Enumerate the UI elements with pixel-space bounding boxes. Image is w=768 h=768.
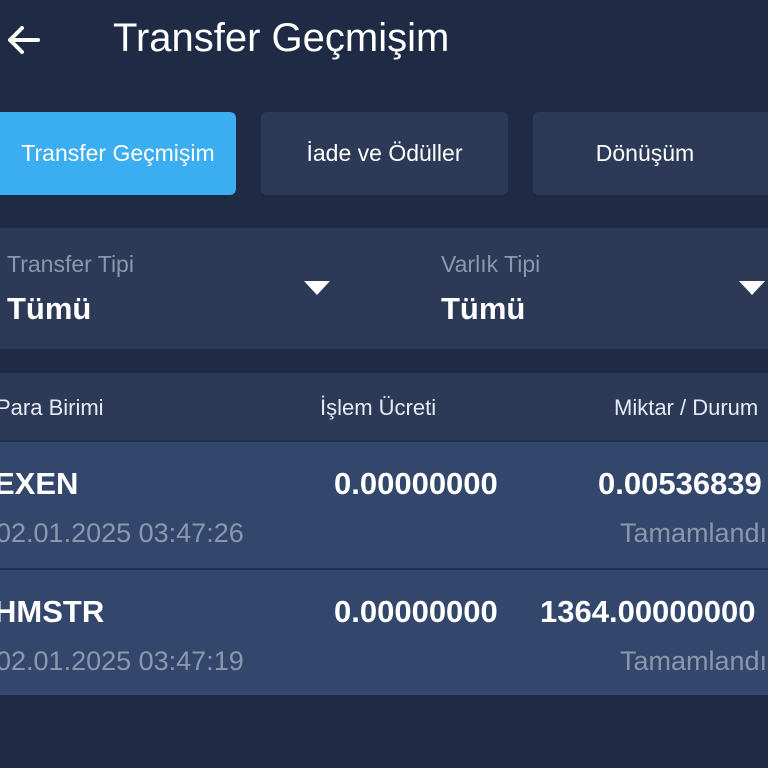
filter-panel: Transfer Tipi Tümü Varlık Tipi Tümü bbox=[0, 228, 768, 349]
tab-conversion[interactable]: Dönüşüm bbox=[533, 112, 768, 195]
amount-cell: 0.00536839 bbox=[598, 466, 762, 501]
asset-type-label: Varlık Tipi bbox=[441, 251, 541, 277]
tab-refunds-rewards[interactable]: İade ve Ödüller bbox=[261, 112, 508, 195]
datetime-cell: 02.01.2025 03:47:19 bbox=[0, 646, 244, 676]
back-button[interactable] bbox=[4, 20, 44, 60]
fee-cell: 0.00000000 bbox=[334, 466, 498, 501]
transfer-table: Para Birimi İşlem Ücreti Miktar / Durum … bbox=[0, 373, 768, 695]
tab-label: Dönüşüm bbox=[595, 140, 695, 166]
currency-cell: HMSTR bbox=[0, 594, 105, 629]
column-header-fee: İşlem Ücreti bbox=[320, 395, 437, 420]
asset-type-value: Tümü bbox=[441, 291, 526, 326]
app-header: Transfer Geçmişim bbox=[0, 0, 768, 80]
chevron-down-icon bbox=[739, 281, 765, 295]
column-header-amount-status: Miktar / Durum bbox=[614, 395, 759, 420]
fee-cell: 0.00000000 bbox=[334, 594, 498, 629]
chevron-down-icon bbox=[304, 281, 330, 295]
tab-transfer-history[interactable]: Transfer Geçmişim bbox=[0, 112, 236, 195]
tab-label: İade ve Ödüller bbox=[306, 140, 463, 166]
amount-cell: 1364.00000000 bbox=[540, 594, 756, 629]
table-header: Para Birimi İşlem Ücreti Miktar / Durum bbox=[0, 373, 768, 442]
column-header-currency: Para Birimi bbox=[0, 395, 104, 420]
transfer-type-label: Transfer Tipi bbox=[7, 251, 134, 277]
asset-type-dropdown[interactable]: Varlık Tipi Tümü bbox=[400, 228, 768, 349]
tab-label: Transfer Geçmişim bbox=[21, 140, 215, 166]
datetime-cell: 02.01.2025 03:47:26 bbox=[0, 518, 244, 548]
currency-cell: EXEN bbox=[0, 466, 79, 501]
transfer-type-value: Tümü bbox=[7, 291, 92, 326]
table-row[interactable]: HMSTR 02.01.2025 03:47:19 0.00000000 136… bbox=[0, 570, 768, 695]
arrow-left-icon bbox=[8, 26, 40, 54]
status-cell: Tamamlandı bbox=[620, 518, 768, 548]
table-row[interactable]: EXEN 02.01.2025 03:47:26 0.00000000 0.00… bbox=[0, 442, 768, 568]
status-cell: Tamamlandı bbox=[620, 646, 768, 676]
page-title: Transfer Geçmişim bbox=[113, 16, 450, 60]
